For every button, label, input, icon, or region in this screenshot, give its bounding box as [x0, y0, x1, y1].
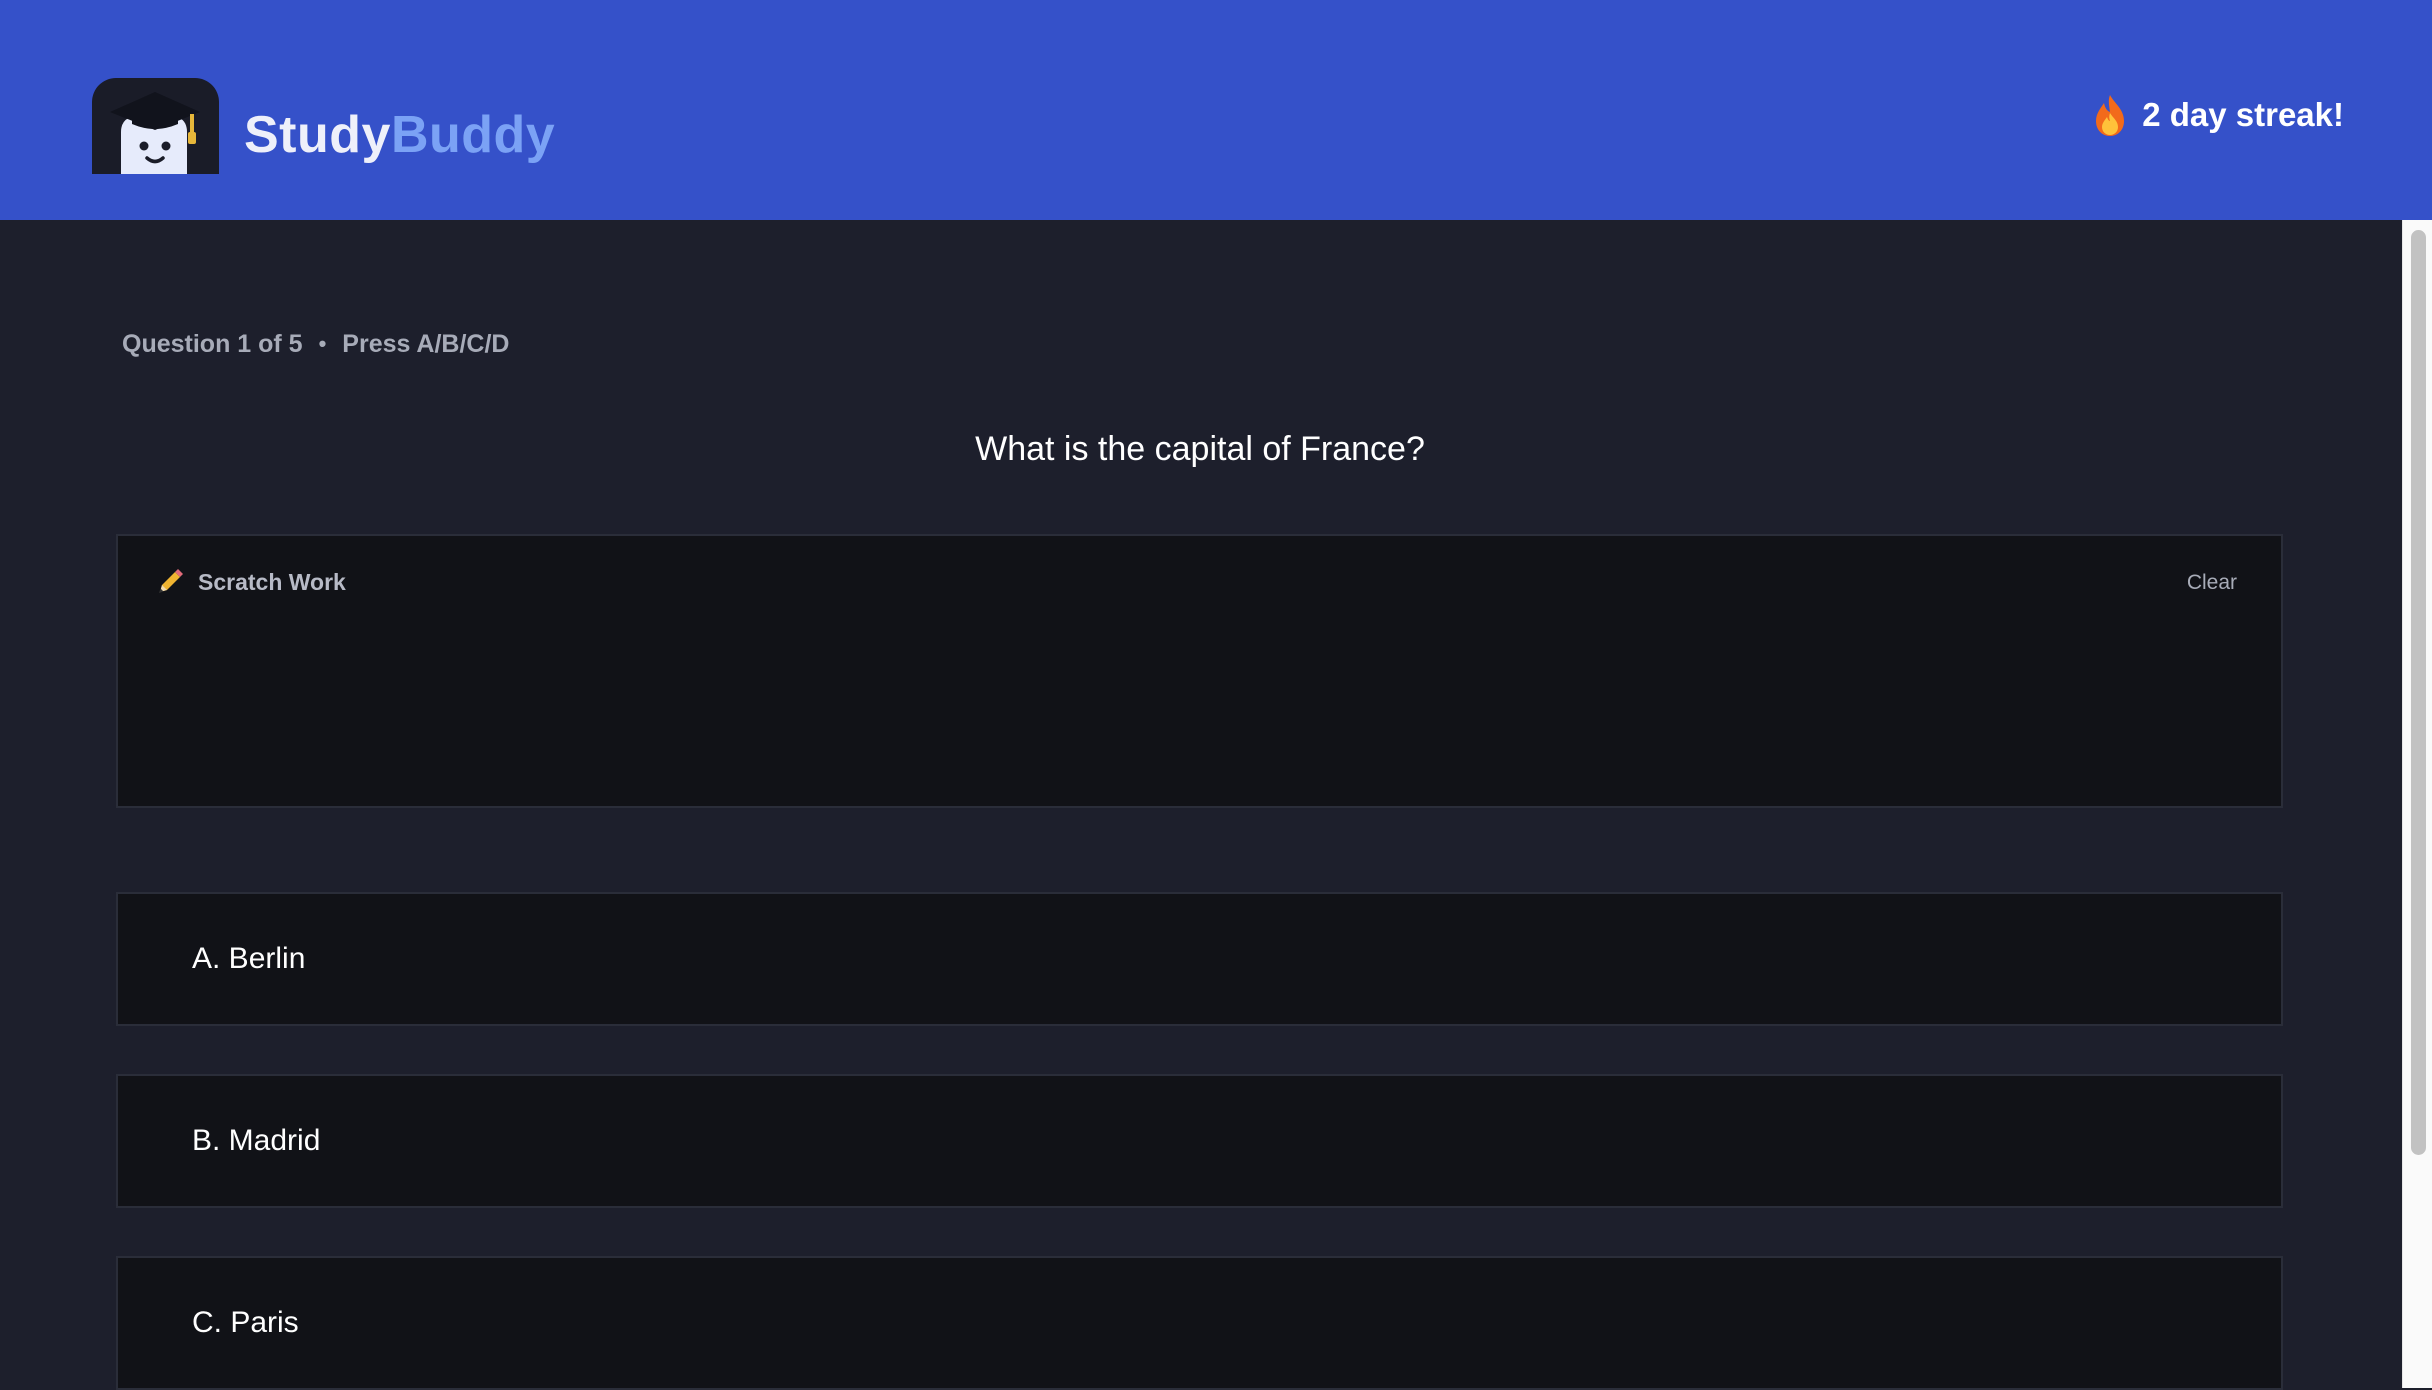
keyboard-hint: Press A/B/C/D: [342, 330, 510, 358]
streak-text: 2 day streak!: [2142, 96, 2344, 133]
clear-button[interactable]: Clear: [2181, 562, 2243, 602]
answer-option-label: A. Berlin: [192, 942, 306, 975]
question-progress: Question 1 of 5 • Press A/B/C/D: [122, 324, 509, 364]
app-header: StudyBuddy 2 day streak!: [0, 0, 2432, 220]
separator-dot: •: [318, 331, 327, 356]
answer-option-label: B. Madrid: [192, 1124, 321, 1157]
streak-indicator: 2 day streak!: [2092, 88, 2344, 142]
scratch-work-panel: Scratch Work Clear: [116, 534, 2283, 808]
answer-option-c[interactable]: C. Paris: [116, 1256, 2283, 1390]
scratch-canvas[interactable]: [118, 616, 2281, 806]
question-text: What is the capital of France?: [975, 430, 1425, 468]
scratch-work-header: Scratch Work: [156, 562, 346, 602]
brand-name-secondary: Buddy: [390, 106, 556, 164]
brand-name-primary: Study: [244, 106, 391, 164]
pencil-icon: [159, 569, 183, 593]
answer-option-label: C. Paris: [192, 1306, 299, 1339]
scratch-work-title: Scratch Work: [198, 569, 346, 595]
flame-icon: [2096, 95, 2125, 136]
question-counter: Question 1 of 5: [122, 330, 303, 358]
answer-option-b[interactable]: B. Madrid: [116, 1074, 2283, 1208]
brand-name: StudyBuddy: [244, 103, 555, 167]
answer-option-a[interactable]: A. Berlin: [116, 892, 2283, 1026]
page-scrollbar[interactable]: [2402, 220, 2432, 1388]
scrollbar-thumb[interactable]: [2411, 230, 2426, 1155]
studybuddy-logo-icon[interactable]: [92, 78, 219, 174]
